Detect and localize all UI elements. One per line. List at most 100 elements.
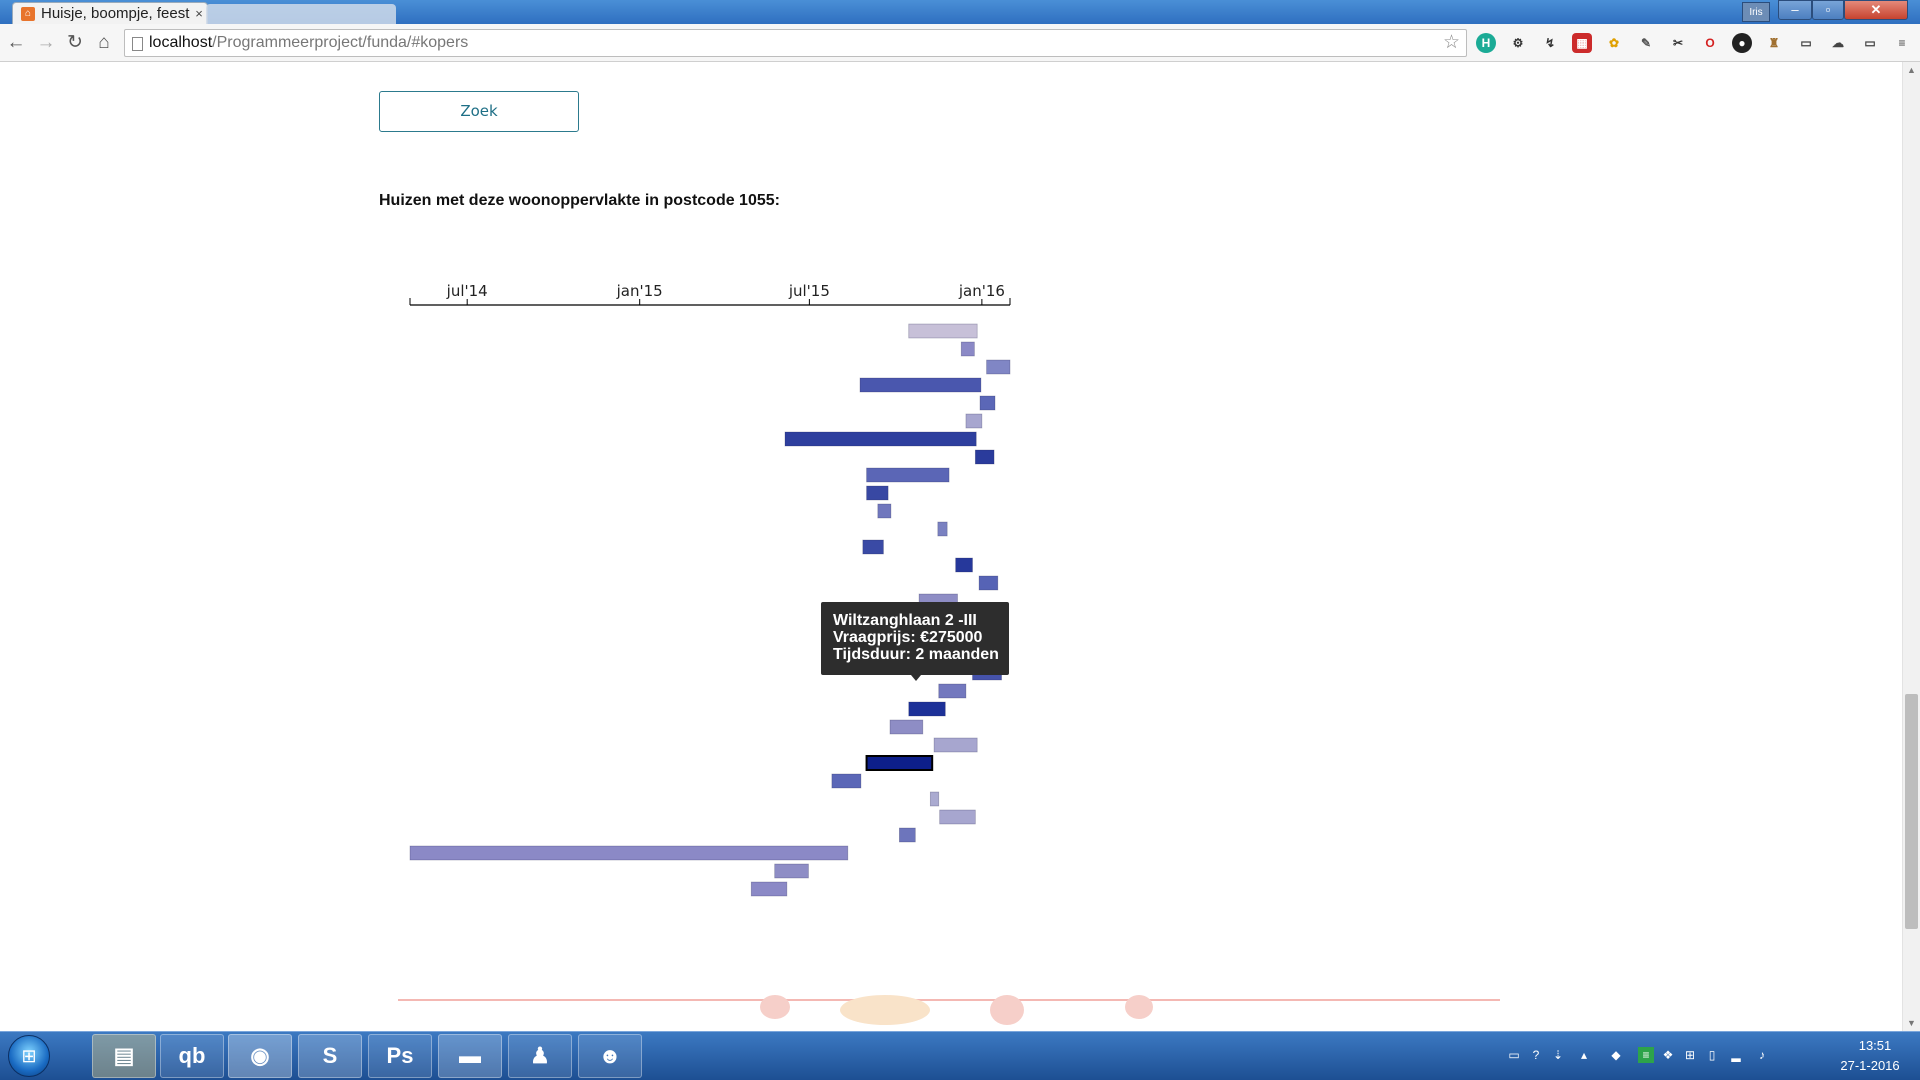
footer-decoration (760, 995, 790, 1019)
game-app-icon[interactable]: ♟ (508, 1034, 572, 1078)
tray-icon[interactable]: ⇣ (1550, 1047, 1566, 1063)
tray-icon[interactable]: ≡ (1638, 1047, 1654, 1063)
listing-bar[interactable] (979, 395, 996, 411)
listing-bar[interactable] (859, 377, 982, 393)
extension-icon[interactable]: ▦ (1572, 33, 1592, 53)
scrollbar-thumb[interactable] (1905, 694, 1918, 929)
url-text: localhost/Programmeerproject/funda/#kope… (149, 34, 469, 51)
browser-toolbar: ← → ↻ ⌂ localhost/Programmeerproject/fun… (0, 24, 1920, 62)
tab-title: Huisje, boompje, feest (41, 5, 190, 22)
tray-icon[interactable]: ▯ (1704, 1047, 1720, 1063)
github-icon[interactable]: ☻ (578, 1034, 642, 1078)
listing-bar[interactable] (908, 701, 946, 717)
opera-icon[interactable]: O (1700, 33, 1720, 53)
clock-time[interactable]: 13:51 (1840, 1038, 1910, 1053)
listing-bar[interactable] (831, 773, 862, 789)
dropbox-icon[interactable]: ❖ (1660, 1047, 1676, 1063)
close-window-button[interactable]: ✕ (1844, 0, 1908, 20)
extension-icon[interactable]: ⚙ (1508, 33, 1528, 53)
page-icon (132, 37, 143, 51)
x-axis-tick-label: jan'16 (958, 282, 1005, 300)
search-button[interactable]: Zoek (379, 91, 579, 132)
cast-icon[interactable]: ▭ (1860, 33, 1880, 53)
listing-bar[interactable] (955, 557, 973, 573)
photoshop-icon[interactable]: Ps (368, 1034, 432, 1078)
maximize-window-button[interactable]: ▫ (1812, 0, 1844, 20)
volume-icon[interactable]: ♪ (1754, 1047, 1770, 1063)
listing-bar[interactable] (933, 737, 978, 753)
listing-bar[interactable] (960, 341, 975, 357)
listing-bar[interactable] (908, 323, 978, 339)
qbittorrent-icon[interactable]: qb (160, 1034, 224, 1078)
extension-icon[interactable]: ✂ (1668, 33, 1688, 53)
window-title-bar: ⌂ Huisje, boompje, feest × Iris – ▫ ✕ (0, 0, 1920, 24)
menu-icon[interactable]: ≡ (1892, 33, 1912, 53)
color-picker-icon[interactable]: ✿ (1604, 33, 1624, 53)
tooltip-address: Wiltzanghlaan 2 -III (833, 612, 977, 629)
listing-bar[interactable] (938, 683, 967, 699)
listing-bar[interactable] (974, 449, 995, 465)
scroll-down-arrow-icon[interactable]: ▼ (1903, 1015, 1920, 1031)
windows-taskbar: ⊞ ▤ qb ◉ S Ps ▬ ♟ ☻ ▭ ? ⇣ ▴ ◆ ≡ ❖ ⊞ ▯ ▂ … (0, 1031, 1920, 1080)
minimize-window-button[interactable]: – (1778, 0, 1812, 20)
help-icon[interactable]: ? (1528, 1047, 1544, 1063)
command-prompt-icon[interactable]: ▬ (438, 1034, 502, 1078)
home-icon[interactable]: ⌂ (92, 31, 116, 55)
forward-arrow-icon[interactable]: → (34, 31, 58, 55)
hola-extension-icon[interactable]: H (1476, 33, 1496, 53)
page-viewport: Zoek Huizen met deze woonoppervlakte in … (0, 62, 1902, 1031)
listing-bar[interactable] (965, 413, 983, 429)
reload-icon[interactable]: ↻ (63, 31, 87, 55)
bookmark-star-icon[interactable]: ☆ (1443, 30, 1460, 56)
tray-icon[interactable]: ◆ (1608, 1047, 1624, 1063)
windows-icon[interactable]: ⊞ (1682, 1047, 1698, 1063)
scroll-up-arrow-icon[interactable]: ▲ (1903, 62, 1920, 78)
tray-icon[interactable]: ▭ (1506, 1047, 1522, 1063)
user-badge[interactable]: Iris (1742, 2, 1770, 22)
listing-bar[interactable] (877, 503, 892, 519)
extension-icon[interactable]: ↯ (1540, 33, 1560, 53)
browser-tab-active[interactable]: ⌂ Huisje, boompje, feest × (12, 2, 208, 24)
footer-decoration (990, 995, 1024, 1025)
start-button[interactable]: ⊞ (8, 1035, 50, 1077)
vertical-scrollbar[interactable]: ▲ ▼ (1902, 62, 1920, 1031)
footer-decoration (840, 995, 930, 1025)
clock-date[interactable]: 27-1-2016 (1830, 1058, 1910, 1073)
listing-timeline-chart: jul'14 jan'15 jul'15 jan'16 (409, 282, 1011, 897)
site-favicon-icon: ⌂ (21, 6, 35, 21)
listing-bar[interactable] (889, 719, 924, 735)
listing-bar[interactable] (866, 485, 889, 501)
listing-bar[interactable] (409, 845, 849, 861)
back-arrow-icon[interactable]: ← (4, 31, 28, 55)
extension-icon[interactable]: ▭ (1796, 33, 1816, 53)
listing-bar[interactable] (862, 539, 884, 555)
listing-bar[interactable] (774, 863, 809, 879)
listing-bar[interactable] (865, 755, 934, 771)
listing-bar[interactable] (784, 431, 977, 447)
tooltip-price: Vraagprijs: €275000 (833, 629, 983, 646)
extension-icon[interactable]: ☁ (1828, 33, 1848, 53)
listing-bar[interactable] (978, 575, 999, 591)
browser-tab-inactive[interactable] (206, 4, 396, 24)
footer-divider (398, 999, 1500, 1001)
tab-close-icon[interactable]: × (191, 6, 207, 21)
show-hidden-icons-icon[interactable]: ▴ (1576, 1047, 1592, 1063)
listing-bar[interactable] (866, 467, 950, 483)
listing-bar[interactable] (899, 827, 916, 843)
listing-bar[interactable] (929, 791, 940, 807)
network-signal-icon[interactable]: ▂ (1728, 1047, 1744, 1063)
address-bar[interactable]: localhost/Programmeerproject/funda/#kope… (124, 29, 1467, 57)
listing-bar[interactable] (937, 521, 948, 537)
eyedropper-icon[interactable]: ✎ (1636, 33, 1656, 53)
x-axis-tick-label: jul'14 (446, 282, 488, 300)
sublime-text-icon[interactable]: S (298, 1034, 362, 1078)
chrome-icon[interactable]: ◉ (228, 1034, 292, 1078)
extension-icon[interactable]: ♜ (1764, 33, 1784, 53)
tooltip-arrow (911, 675, 921, 681)
listing-bar[interactable] (750, 881, 788, 897)
listing-bar[interactable] (986, 359, 1011, 375)
listing-bar[interactable] (939, 809, 976, 825)
extension-icon[interactable]: ● (1732, 33, 1752, 53)
file-explorer-icon[interactable]: ▤ (92, 1034, 156, 1078)
x-axis-tick-label: jul'15 (788, 282, 830, 300)
